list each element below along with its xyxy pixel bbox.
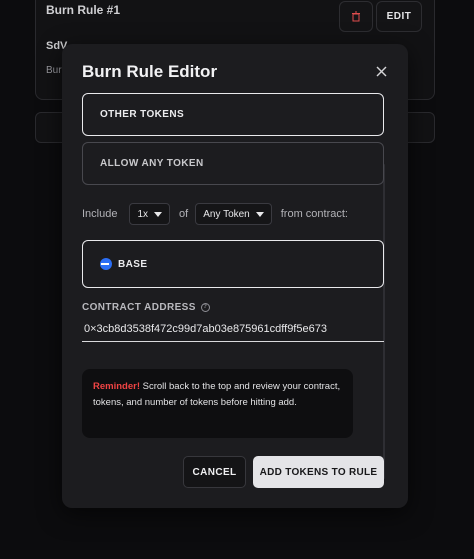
chevron-down-icon (255, 211, 264, 217)
of-label: of (179, 208, 189, 220)
token-value: Any Token (203, 208, 250, 220)
burn-rule-title: Burn Rule #1 (46, 3, 121, 17)
reminder-prefix: Reminder! (93, 381, 140, 392)
close-icon (376, 66, 386, 76)
option-other-tokens[interactable]: OTHER TOKENS (82, 93, 384, 136)
add-tokens-button[interactable]: ADD TOKENS TO RULE (253, 456, 384, 488)
contract-address-label: CONTRACT ADDRESS ? (82, 302, 210, 313)
help-icon[interactable]: ? (200, 303, 210, 312)
burn-rule-editor-modal: Burn Rule Editor OTHER TOKENS ALLOW ANY … (62, 44, 408, 508)
contract-address-input[interactable] (82, 316, 384, 342)
from-contract-label: from contract: (280, 208, 348, 220)
chain-select-base[interactable]: BASE (82, 240, 384, 288)
include-row: Include 1x of Any Token from contract: (82, 203, 348, 225)
edit-rule-button[interactable]: EDIT (376, 1, 422, 32)
close-button[interactable] (372, 62, 390, 80)
include-label: Include (82, 208, 118, 220)
base-chain-icon (100, 258, 112, 270)
contract-address-label-text: CONTRACT ADDRESS (82, 302, 196, 313)
token-select[interactable]: Any Token (195, 203, 272, 225)
modal-title: Burn Rule Editor (82, 62, 218, 81)
quantity-select[interactable]: 1x (129, 203, 171, 225)
rule-description-line: Bur (46, 65, 62, 76)
delete-rule-button[interactable] (339, 1, 373, 32)
chain-label: BASE (118, 258, 148, 270)
option-allow-any-token[interactable]: ALLOW ANY TOKEN (82, 142, 384, 185)
reminder-box: Reminder! Scroll back to the top and rev… (82, 369, 353, 438)
cancel-button[interactable]: CANCEL (183, 456, 246, 488)
trash-icon (352, 11, 360, 22)
chevron-down-icon (154, 211, 163, 217)
quantity-value: 1x (137, 208, 149, 220)
